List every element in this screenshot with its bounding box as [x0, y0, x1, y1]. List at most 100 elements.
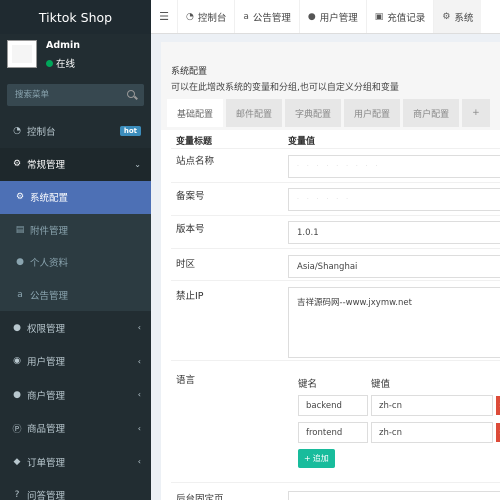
gear-icon: ⚙: [15, 192, 25, 203]
row-label: 时区: [176, 259, 196, 270]
sidebar-item-label: 系统配置: [30, 193, 69, 205]
sidebar-item-label: 附件管理: [30, 225, 69, 237]
config-tabs: 基础配置 邮件配置 字典配置 用户配置 商户配置 +: [167, 99, 490, 127]
tab-users[interactable]: ● 用户管理: [298, 0, 366, 33]
tab-dictionary[interactable]: 字典配置: [285, 99, 342, 127]
banned-ip-textarea[interactable]: 吉祥源码网--www.jxymw.net: [288, 287, 500, 358]
user-icon: ●: [16, 257, 24, 268]
timezone-field[interactable]: Asia/Shanghai: [288, 255, 500, 278]
sidebar-item-label: 公告管理: [30, 290, 69, 302]
row-label: 版本号: [176, 224, 205, 235]
tab-email[interactable]: 邮件配置: [226, 99, 283, 127]
menu-toggle-icon[interactable]: ☰: [151, 0, 177, 33]
redacted-value: · · · · · ·: [297, 196, 351, 203]
redacted-value: · · · · · · · · ·: [297, 163, 381, 170]
sidebar-item-label: 个人资料: [30, 258, 69, 270]
user-panel: Admin 在线: [0, 34, 151, 74]
append-label: 追加: [312, 454, 329, 463]
config-row-timezone: 时区 Asia/Shanghai: [171, 248, 500, 280]
tab-system[interactable]: ⚙ 系统: [433, 0, 482, 33]
sidebar-item-announcements[interactable]: a 公告管理: [0, 278, 151, 311]
page-description: 可以在此增改系统的变量和分组,也可以自定义分组和变量: [171, 83, 399, 93]
apple-icon: ●: [13, 389, 21, 400]
delete-row-button[interactable]: ✖: [496, 423, 500, 442]
avatar: [7, 40, 37, 68]
tab-merchant-config[interactable]: 商户配置: [403, 99, 460, 127]
add-tab-button[interactable]: +: [462, 99, 490, 127]
chevron-left-icon: ‹: [137, 323, 141, 333]
sidebar-item-system-config[interactable]: ⚙ 系统配置: [0, 181, 151, 214]
config-row-version: 版本号 1.0.1: [171, 215, 500, 248]
menu-search-input[interactable]: [7, 84, 117, 106]
sidebar: Tiktok Shop Admin 在线 ◔ 控制台 hot ⚙ 常规管理 ⌄ …: [0, 0, 151, 500]
sidebar-item-permissions[interactable]: ● 权限管理 ‹: [0, 311, 151, 345]
plus-icon: +: [304, 454, 311, 463]
user-status-label: 在线: [56, 59, 76, 70]
dashboard-icon: ◔: [13, 125, 21, 136]
column-header-title: 变量标题: [176, 137, 213, 147]
tab-dashboard[interactable]: ◔ 控制台: [177, 0, 234, 33]
append-button[interactable]: + 追加: [298, 449, 335, 468]
money-icon: ▣: [374, 11, 384, 22]
language-value-input[interactable]: zh-cn: [371, 395, 493, 416]
sidebar-item-merchants[interactable]: ● 商户管理 ‹: [0, 378, 151, 412]
group-icon: ●: [13, 322, 21, 333]
chevron-left-icon: ‹: [137, 457, 141, 467]
delete-row-button[interactable]: ✖: [496, 396, 500, 415]
tab-recharge[interactable]: ▣ 充值记录: [365, 0, 434, 33]
row-label: 禁止IP: [176, 291, 204, 302]
tab-label: 系统: [454, 12, 474, 24]
sidebar-item-qa[interactable]: ? 问答管理: [0, 479, 151, 500]
sidebar-item-label: 问答管理: [27, 491, 66, 500]
sidebar-item-profile[interactable]: ● 个人资料: [0, 246, 151, 279]
config-row-fixed-page: 后台固定页 · · · · ·: [171, 482, 500, 500]
row-label: 后台固定页: [176, 494, 224, 500]
fixed-page-select[interactable]: · · · · ·: [288, 491, 500, 500]
sidebar-item-label: 用户管理: [27, 357, 66, 369]
row-label: 站点名称: [176, 156, 215, 167]
config-row-language: 语言 键名 键值 backend zh-cn ✖ frontend zh-cn …: [171, 360, 500, 482]
page-title: 系统配置: [171, 67, 208, 77]
row-label: 备案号: [176, 191, 205, 202]
menu-search: [7, 84, 144, 106]
sidebar-item-attachments[interactable]: ▤ 附件管理: [0, 213, 151, 246]
icp-field[interactable]: · · · · · ·: [288, 188, 500, 211]
tab-user-config[interactable]: 用户配置: [344, 99, 401, 127]
sidebar-item-label: 商户管理: [27, 390, 66, 402]
sidebar-item-users[interactable]: ◉ 用户管理 ‹: [0, 345, 151, 379]
tab-basic[interactable]: 基础配置: [167, 99, 224, 127]
sidebar-item-label: 常规管理: [27, 160, 66, 172]
sidebar-item-dashboard[interactable]: ◔ 控制台 hot: [0, 114, 151, 148]
sidebar-item-label: 商品管理: [27, 424, 66, 436]
sidebar-item-products[interactable]: Ⓟ 商品管理 ‹: [0, 412, 151, 446]
chevron-left-icon: ‹: [137, 390, 141, 400]
language-key-input[interactable]: backend: [298, 395, 368, 416]
column-header-value: 变量值: [288, 137, 316, 147]
search-icon[interactable]: [126, 89, 138, 101]
chevron-left-icon: ‹: [137, 423, 141, 433]
tab-label: 用户管理: [319, 12, 358, 24]
top-navbar: ☰ ◔ 控制台 a 公告管理 ● 用户管理 ▣ 充值记录 ⚙ 系统: [151, 0, 500, 34]
hot-badge: hot: [119, 125, 141, 136]
gear-icon: ⚙: [442, 11, 451, 22]
tab-announcements[interactable]: a 公告管理: [234, 0, 299, 33]
tab-label: 充值记录: [387, 12, 426, 24]
sidebar-menu: ◔ 控制台 hot ⚙ 常规管理 ⌄ ⚙ 系统配置 ▤ 附件管理 ● 个人资料 …: [0, 114, 151, 500]
cube-icon: ◆: [13, 456, 21, 467]
language-value-input[interactable]: zh-cn: [371, 422, 493, 443]
tab-label: 公告管理: [252, 12, 291, 24]
question-icon: ?: [14, 490, 20, 500]
chevron-left-icon: ‹: [137, 356, 141, 366]
user-circle-icon: ◉: [13, 356, 21, 367]
site-name-field[interactable]: · · · · · · · · ·: [288, 155, 500, 178]
version-field[interactable]: 1.0.1: [288, 221, 500, 244]
product-hunt-icon: Ⓟ: [12, 424, 22, 435]
main-content: 系统配置 可以在此增改系统的变量和分组,也可以自定义分组和变量 基础配置 邮件配…: [151, 34, 500, 500]
user-icon: ●: [307, 11, 316, 22]
language-key-input[interactable]: frontend: [298, 422, 368, 443]
cogs-icon: ⚙: [12, 159, 22, 170]
sidebar-item-orders[interactable]: ◆ 订单管理 ‹: [0, 445, 151, 479]
user-status: 在线: [46, 56, 75, 70]
app-logo[interactable]: Tiktok Shop: [0, 0, 151, 34]
sidebar-item-general[interactable]: ⚙ 常规管理 ⌄: [0, 147, 151, 181]
